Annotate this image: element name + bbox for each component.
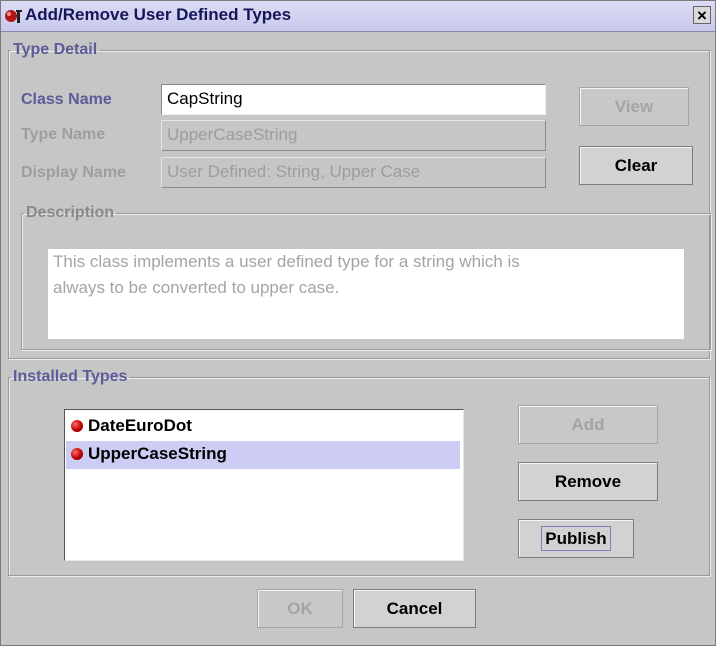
list-item[interactable]: DateEuroDot — [66, 413, 460, 441]
ok-button[interactable]: OK — [257, 589, 343, 628]
publish-button-label: Publish — [541, 526, 611, 551]
publish-button[interactable]: Publish — [518, 519, 634, 558]
list-item[interactable]: UpperCaseString — [66, 441, 460, 469]
installed-types-list[interactable]: DateEuroDot UpperCaseString — [64, 409, 464, 561]
close-icon[interactable]: × — [693, 6, 711, 25]
bullet-icon — [71, 420, 83, 432]
class-name-field[interactable]: CapString — [161, 84, 546, 115]
display-name-field[interactable]: User Defined: String, Upper Case — [161, 157, 546, 188]
installed-types-legend: Installed Types — [13, 368, 128, 385]
description-line-1: This class implements a user defined typ… — [53, 252, 520, 271]
type-detail-legend: Type Detail — [13, 41, 98, 58]
title-bar[interactable]: Add/Remove User Defined Types × — [1, 1, 715, 32]
type-name-label: Type Name — [21, 126, 106, 143]
app-logo-icon — [5, 10, 22, 23]
window-title: Add/Remove User Defined Types — [25, 5, 292, 24]
remove-button[interactable]: Remove — [518, 462, 658, 501]
add-button[interactable]: Add — [518, 405, 658, 444]
cancel-button[interactable]: Cancel — [353, 589, 476, 628]
bullet-icon — [71, 448, 83, 460]
description-legend: Description — [26, 204, 115, 221]
display-name-label: Display Name — [21, 164, 126, 181]
description-text-area[interactable]: This class implements a user defined typ… — [48, 249, 684, 339]
list-item-label: UpperCaseString — [88, 444, 227, 463]
view-button[interactable]: View — [579, 87, 689, 126]
type-name-field[interactable]: UpperCaseString — [161, 120, 546, 151]
dialog-window: Add/Remove User Defined Types × Type Det… — [0, 0, 716, 646]
list-item-label: DateEuroDot — [88, 416, 192, 435]
class-name-label: Class Name — [21, 91, 112, 108]
clear-button[interactable]: Clear — [579, 146, 693, 185]
description-line-2: always to be converted to upper case. — [53, 278, 340, 297]
